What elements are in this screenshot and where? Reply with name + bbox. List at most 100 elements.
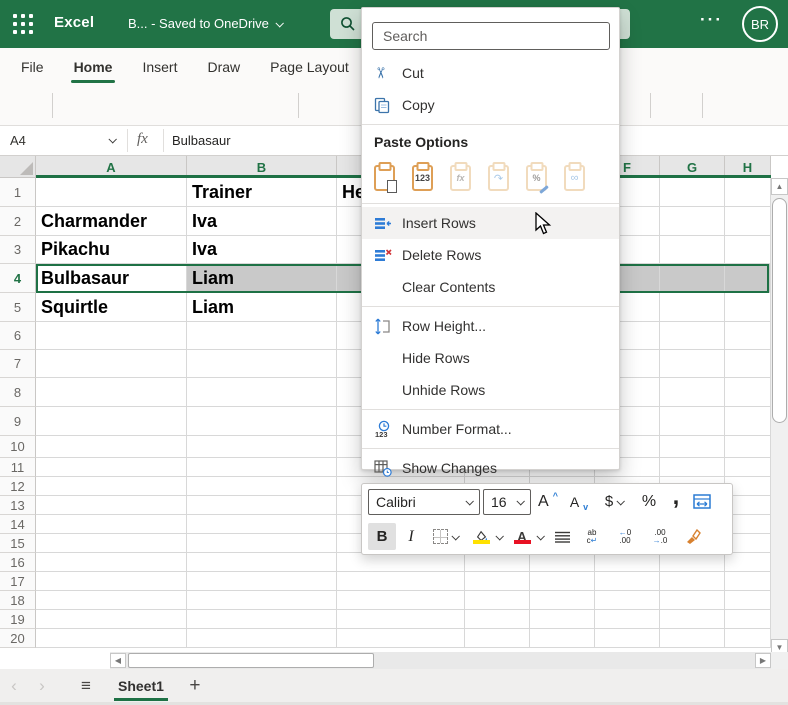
- row-header-3[interactable]: 3: [0, 236, 36, 264]
- cell-A14[interactable]: [36, 515, 187, 534]
- row-header-17[interactable]: 17: [0, 572, 36, 591]
- cell-G1[interactable]: [660, 178, 725, 207]
- tab-insert[interactable]: Insert: [127, 48, 192, 85]
- cell-H1[interactable]: [725, 178, 771, 207]
- cell-A18[interactable]: [36, 591, 187, 610]
- menu-item-delete-rows[interactable]: Delete Rows: [362, 239, 619, 271]
- menu-item-show-changes[interactable]: Show Changes: [362, 452, 619, 484]
- wrap-text-icon[interactable]: abc↵: [578, 523, 606, 550]
- cell-G11[interactable]: [660, 458, 725, 477]
- cell-A5[interactable]: Squirtle: [36, 293, 187, 322]
- cell-F16[interactable]: [595, 553, 660, 572]
- paste-icon[interactable]: [374, 165, 395, 191]
- cell-H10[interactable]: [725, 436, 771, 458]
- cell-A15[interactable]: [36, 534, 187, 553]
- increase-decimal-icon[interactable]: ←0.00: [609, 523, 641, 550]
- cell-D19[interactable]: [465, 610, 530, 629]
- cell-A20[interactable]: [36, 629, 187, 648]
- cell-G9[interactable]: [660, 407, 725, 436]
- borders-button[interactable]: [426, 523, 464, 550]
- row-header-8[interactable]: 8: [0, 378, 36, 407]
- cell-B1[interactable]: Trainer: [187, 178, 337, 207]
- cell-G3[interactable]: [660, 236, 725, 264]
- cell-H2[interactable]: [725, 207, 771, 236]
- cell-A17[interactable]: [36, 572, 187, 591]
- font-color-button[interactable]: A: [508, 523, 546, 550]
- cell-D18[interactable]: [465, 591, 530, 610]
- row-header-14[interactable]: 14: [0, 515, 36, 534]
- cell-G18[interactable]: [660, 591, 725, 610]
- cell-B14[interactable]: [187, 515, 337, 534]
- cell-H17[interactable]: [725, 572, 771, 591]
- menu-item-clear-contents[interactable]: Clear Contents: [362, 271, 619, 303]
- cell-B19[interactable]: [187, 610, 337, 629]
- row-header-7[interactable]: 7: [0, 350, 36, 378]
- row-header-18[interactable]: 18: [0, 591, 36, 610]
- cell-B10[interactable]: [187, 436, 337, 458]
- cell-H9[interactable]: [725, 407, 771, 436]
- cell-A11[interactable]: [36, 458, 187, 477]
- sheet-tab-sheet1[interactable]: Sheet1: [104, 669, 178, 702]
- currency-format-button[interactable]: $: [596, 488, 632, 515]
- fx-icon[interactable]: fx: [137, 131, 148, 148]
- row-header-4[interactable]: 4: [0, 264, 36, 293]
- header-more-icon[interactable]: ···: [700, 10, 723, 30]
- vertical-scrollbar-thumb[interactable]: [772, 198, 787, 423]
- menu-item-unhide-rows[interactable]: Unhide Rows: [362, 374, 619, 406]
- cell-B18[interactable]: [187, 591, 337, 610]
- cell-A16[interactable]: [36, 553, 187, 572]
- avatar[interactable]: BR: [742, 6, 778, 42]
- cell-H18[interactable]: [725, 591, 771, 610]
- cell-A4[interactable]: Bulbasaur: [36, 264, 187, 293]
- all-sheets-icon[interactable]: ≡: [68, 676, 104, 696]
- cell-A8[interactable]: [36, 378, 187, 407]
- document-title-menu[interactable]: B... - Saved to OneDrive: [128, 16, 282, 31]
- cell-H3[interactable]: [725, 236, 771, 264]
- cell-G5[interactable]: [660, 293, 725, 322]
- cell-D17[interactable]: [465, 572, 530, 591]
- cell-H20[interactable]: [725, 629, 771, 648]
- cell-B17[interactable]: [187, 572, 337, 591]
- menu-item-copy[interactable]: Copy: [362, 89, 619, 121]
- cell-E16[interactable]: [530, 553, 595, 572]
- italic-button[interactable]: I: [399, 523, 423, 550]
- cell-A19[interactable]: [36, 610, 187, 629]
- cell-E18[interactable]: [530, 591, 595, 610]
- app-launcher-icon[interactable]: [13, 14, 34, 35]
- cell-C17[interactable]: [337, 572, 465, 591]
- cell-B3[interactable]: Iva: [187, 236, 337, 264]
- cell-C16[interactable]: [337, 553, 465, 572]
- paste-formulas-icon[interactable]: fx: [450, 165, 471, 191]
- alignment-button[interactable]: [549, 523, 575, 550]
- menu-item-row-height[interactable]: Row Height...: [362, 310, 619, 342]
- cell-G2[interactable]: [660, 207, 725, 236]
- paste-values-icon[interactable]: 123: [412, 165, 433, 191]
- cell-G20[interactable]: [660, 629, 725, 648]
- autofit-icon[interactable]: [689, 488, 715, 515]
- cell-B8[interactable]: [187, 378, 337, 407]
- row-header-20[interactable]: 20: [0, 629, 36, 648]
- row-header-12[interactable]: 12: [0, 477, 36, 496]
- cell-G19[interactable]: [660, 610, 725, 629]
- cell-A1[interactable]: [36, 178, 187, 207]
- cell-A13[interactable]: [36, 496, 187, 515]
- prev-sheet-icon[interactable]: ‹: [0, 676, 28, 696]
- cell-H16[interactable]: [725, 553, 771, 572]
- name-box[interactable]: A4: [0, 126, 127, 155]
- cell-B12[interactable]: [187, 477, 337, 496]
- bold-button[interactable]: B: [368, 523, 396, 550]
- cell-B6[interactable]: [187, 322, 337, 350]
- menu-item-hide-rows[interactable]: Hide Rows: [362, 342, 619, 374]
- cell-B4[interactable]: Liam: [187, 264, 337, 293]
- cell-H8[interactable]: [725, 378, 771, 407]
- cell-B2[interactable]: Iva: [187, 207, 337, 236]
- cell-H7[interactable]: [725, 350, 771, 378]
- cell-B7[interactable]: [187, 350, 337, 378]
- cell-G17[interactable]: [660, 572, 725, 591]
- cell-G7[interactable]: [660, 350, 725, 378]
- cell-A6[interactable]: [36, 322, 187, 350]
- select-all-corner[interactable]: [0, 156, 36, 178]
- comma-format-button[interactable]: ,: [666, 488, 686, 515]
- add-sheet-button[interactable]: +: [178, 675, 212, 697]
- cell-G16[interactable]: [660, 553, 725, 572]
